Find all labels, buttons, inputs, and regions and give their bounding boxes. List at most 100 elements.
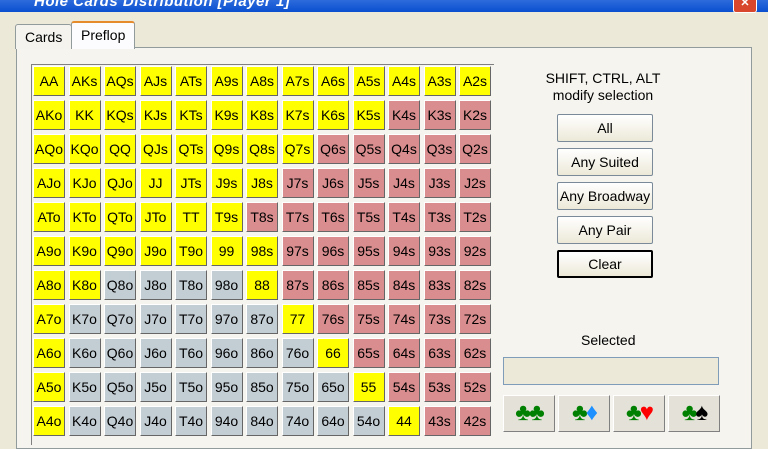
hand-cell[interactable]: KJs: [139, 100, 172, 130]
hand-cell[interactable]: K6o: [68, 338, 101, 368]
tab-preflop[interactable]: Preflop: [71, 21, 136, 49]
hand-cell[interactable]: KTs: [175, 100, 207, 130]
hand-cell[interactable]: J6o: [139, 338, 172, 368]
hand-cell[interactable]: T9s: [210, 202, 243, 232]
hand-cell[interactable]: AA: [33, 66, 65, 96]
hand-cell[interactable]: 93s: [423, 236, 456, 266]
hand-cell[interactable]: A2s: [459, 66, 491, 96]
hand-cell[interactable]: 63s: [423, 338, 456, 368]
hand-cell[interactable]: T5o: [175, 372, 207, 402]
hand-cell[interactable]: A9s: [210, 66, 243, 96]
hand-cell[interactable]: TT: [175, 202, 207, 232]
hand-cell[interactable]: Q7s: [281, 134, 314, 164]
close-icon[interactable]: ✕: [733, 0, 757, 13]
hand-cell[interactable]: 76o: [281, 338, 314, 368]
hand-cell[interactable]: QJo: [104, 168, 136, 198]
hand-cell[interactable]: A7s: [281, 66, 314, 96]
hand-cell[interactable]: 72s: [459, 304, 491, 334]
hand-cell[interactable]: 65o: [317, 372, 349, 402]
hand-cell[interactable]: 98s: [246, 236, 278, 266]
hand-cell[interactable]: Q8o: [104, 270, 136, 300]
hand-cell[interactable]: 99: [210, 236, 243, 266]
hand-cell[interactable]: Q4s: [388, 134, 420, 164]
hand-cell[interactable]: AQo: [33, 134, 65, 164]
hand-cell[interactable]: 95s: [352, 236, 385, 266]
hand-cell[interactable]: 98o: [210, 270, 243, 300]
tab-cards[interactable]: Cards: [15, 24, 73, 49]
hand-cell[interactable]: T7o: [175, 304, 207, 334]
hand-cell[interactable]: 85s: [352, 270, 385, 300]
hand-cell[interactable]: KQo: [68, 134, 101, 164]
hand-cell[interactable]: Q6o: [104, 338, 136, 368]
hand-cell[interactable]: 85o: [246, 372, 278, 402]
hand-cell[interactable]: 62s: [459, 338, 491, 368]
hand-cell[interactable]: K9s: [210, 100, 243, 130]
hand-cell[interactable]: 52s: [459, 372, 491, 402]
hand-cell[interactable]: J9s: [210, 168, 243, 198]
hand-cell[interactable]: J6s: [317, 168, 349, 198]
hand-cell[interactable]: JTs: [175, 168, 207, 198]
hand-cell[interactable]: Q8s: [246, 134, 278, 164]
hand-cell[interactable]: T9o: [175, 236, 207, 266]
any-pair-button[interactable]: Any Pair: [557, 216, 653, 244]
hand-cell[interactable]: Q2s: [459, 134, 491, 164]
hand-cell[interactable]: AQs: [104, 66, 136, 96]
hand-cell[interactable]: A5o: [33, 372, 65, 402]
hand-cell[interactable]: J9o: [139, 236, 172, 266]
all-button[interactable]: All: [557, 114, 653, 142]
hand-cell[interactable]: T6o: [175, 338, 207, 368]
suit-combo-clubs-spades-button[interactable]: ♣♠: [668, 395, 720, 432]
hand-cell[interactable]: Q3s: [423, 134, 456, 164]
hand-cell[interactable]: A6o: [33, 338, 65, 368]
hand-cell[interactable]: 86s: [317, 270, 349, 300]
clear-button[interactable]: Clear: [557, 250, 653, 278]
hand-cell[interactable]: QTs: [175, 134, 207, 164]
hand-cell[interactable]: 95o: [210, 372, 243, 402]
hand-cell[interactable]: Q6s: [317, 134, 349, 164]
hand-cell[interactable]: K7o: [68, 304, 101, 334]
hand-cell[interactable]: J8s: [246, 168, 278, 198]
hand-cell[interactable]: J4s: [388, 168, 420, 198]
hand-cell[interactable]: KJo: [68, 168, 101, 198]
hand-cell[interactable]: 73s: [423, 304, 456, 334]
hand-cell[interactable]: 66: [317, 338, 349, 368]
hand-cell[interactable]: Q9o: [104, 236, 136, 266]
hand-cell[interactable]: 64s: [388, 338, 420, 368]
hand-cell[interactable]: A3s: [423, 66, 456, 96]
hand-cell[interactable]: Q9s: [210, 134, 243, 164]
any-suited-button[interactable]: Any Suited: [557, 148, 653, 176]
hand-cell[interactable]: J8o: [139, 270, 172, 300]
hand-cell[interactable]: Q5o: [104, 372, 136, 402]
hand-cell[interactable]: K8o: [68, 270, 101, 300]
hand-cell[interactable]: J5s: [352, 168, 385, 198]
hand-cell[interactable]: T2s: [459, 202, 491, 232]
hand-cell[interactable]: 75o: [281, 372, 314, 402]
hand-cell[interactable]: 53s: [423, 372, 456, 402]
hand-cell[interactable]: J7o: [139, 304, 172, 334]
suit-combo-clubs-diamonds-button[interactable]: ♣♦: [558, 395, 610, 432]
hand-cell[interactable]: J7s: [281, 168, 314, 198]
hand-cell[interactable]: K5o: [68, 372, 101, 402]
hand-cell[interactable]: A7o: [33, 304, 65, 334]
hand-cell[interactable]: 96s: [317, 236, 349, 266]
hand-cell[interactable]: T8s: [246, 202, 278, 232]
hand-cell[interactable]: KQs: [104, 100, 136, 130]
hand-cell[interactable]: 97s: [281, 236, 314, 266]
hand-cell[interactable]: 83s: [423, 270, 456, 300]
hand-cell[interactable]: A8o: [33, 270, 65, 300]
hand-cell[interactable]: QTo: [104, 202, 136, 232]
hand-cell[interactable]: ATo: [33, 202, 65, 232]
hand-cell[interactable]: JJ: [139, 168, 172, 198]
hand-cell[interactable]: KTo: [68, 202, 101, 232]
hand-cell[interactable]: 88: [246, 270, 278, 300]
hand-cell[interactable]: K5s: [352, 100, 385, 130]
hand-cell[interactable]: T7s: [281, 202, 314, 232]
hand-cell[interactable]: KK: [68, 100, 101, 130]
hand-cell[interactable]: J5o: [139, 372, 172, 402]
suit-combo-clubs-hearts-button[interactable]: ♣♥: [613, 395, 665, 432]
hand-cell[interactable]: AJs: [139, 66, 172, 96]
hand-cell[interactable]: A4s: [388, 66, 420, 96]
hand-cell[interactable]: T8o: [175, 270, 207, 300]
hand-cell[interactable]: T5s: [352, 202, 385, 232]
hand-cell[interactable]: K2s: [459, 100, 491, 130]
